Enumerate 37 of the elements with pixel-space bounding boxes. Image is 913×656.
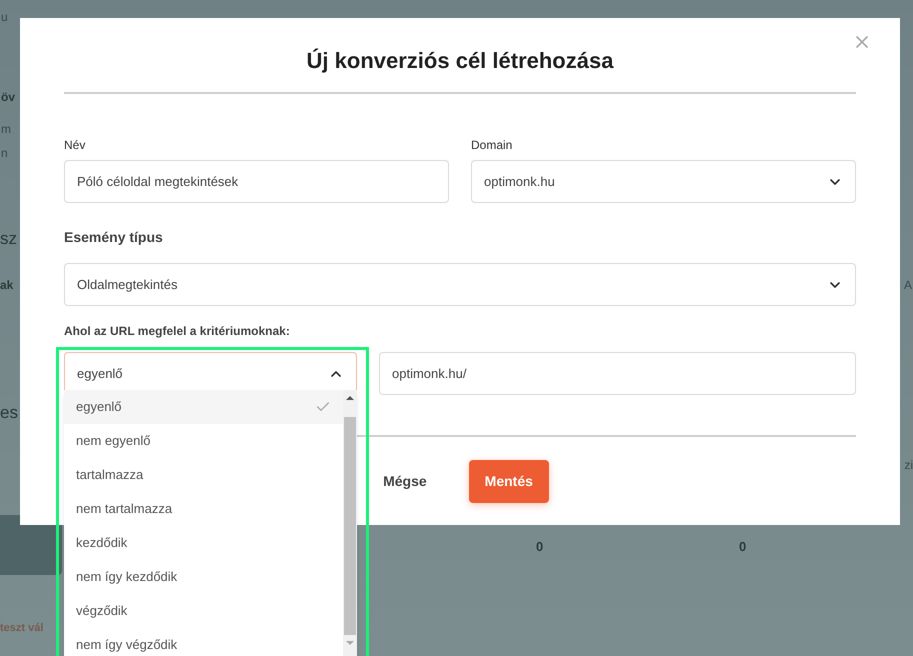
background-text: ak bbox=[0, 277, 14, 294]
url-input[interactable]: optimonk.hu/ bbox=[379, 352, 856, 395]
scrollbar[interactable] bbox=[343, 390, 357, 656]
dropdown-option[interactable]: nem egyenlő bbox=[64, 424, 343, 458]
dropdown-option[interactable]: nem így kezdődik bbox=[64, 560, 343, 594]
section-heading: Esemény típus bbox=[64, 228, 164, 247]
domain-select[interactable]: optimonk.hu bbox=[471, 160, 856, 203]
background-text: u bbox=[1, 9, 8, 26]
background-text: n bbox=[1, 145, 8, 162]
scroll-up-icon bbox=[346, 396, 354, 400]
scroll-down-icon bbox=[346, 641, 354, 645]
background-text: 0 bbox=[536, 538, 544, 556]
scrollbar-thumb[interactable] bbox=[344, 417, 356, 635]
field-label: Név bbox=[64, 137, 86, 154]
event-type-select[interactable]: Oldalmegtekintés bbox=[64, 263, 856, 306]
dropdown-option[interactable]: nem tartalmazza bbox=[64, 492, 343, 526]
dropdown-option[interactable]: tartalmazza bbox=[64, 458, 343, 492]
modal-title: Új konverziós cél létrehozása bbox=[306, 47, 614, 75]
background-text: m bbox=[1, 121, 11, 138]
dropdown-option[interactable]: végződik bbox=[64, 594, 343, 628]
field-label: Ahol az URL megfelel a kritériumoknak: bbox=[64, 323, 291, 340]
name-input[interactable]: Póló céloldal megtekintések bbox=[64, 160, 449, 203]
select-value: egyenlő bbox=[77, 364, 123, 383]
background-text: es bbox=[0, 402, 18, 424]
dropdown-option[interactable]: egyenlő bbox=[64, 390, 343, 424]
field-label: Domain bbox=[471, 137, 514, 154]
background-text: 0 bbox=[739, 538, 746, 556]
background-text: zi bbox=[904, 457, 913, 474]
background-text: teszt vál bbox=[0, 621, 44, 636]
cancel-button[interactable]: Mégse bbox=[371, 460, 439, 503]
background-text: sz bbox=[0, 228, 17, 250]
select-value: Oldalmegtekintés bbox=[77, 276, 178, 294]
dropdown-option[interactable]: nem így végződik bbox=[64, 628, 343, 656]
background-text: öv bbox=[1, 89, 16, 106]
dropdown-option[interactable]: kezdődik bbox=[64, 526, 343, 560]
select-value: optimonk.hu bbox=[484, 172, 555, 191]
background-text: A bbox=[904, 277, 912, 294]
